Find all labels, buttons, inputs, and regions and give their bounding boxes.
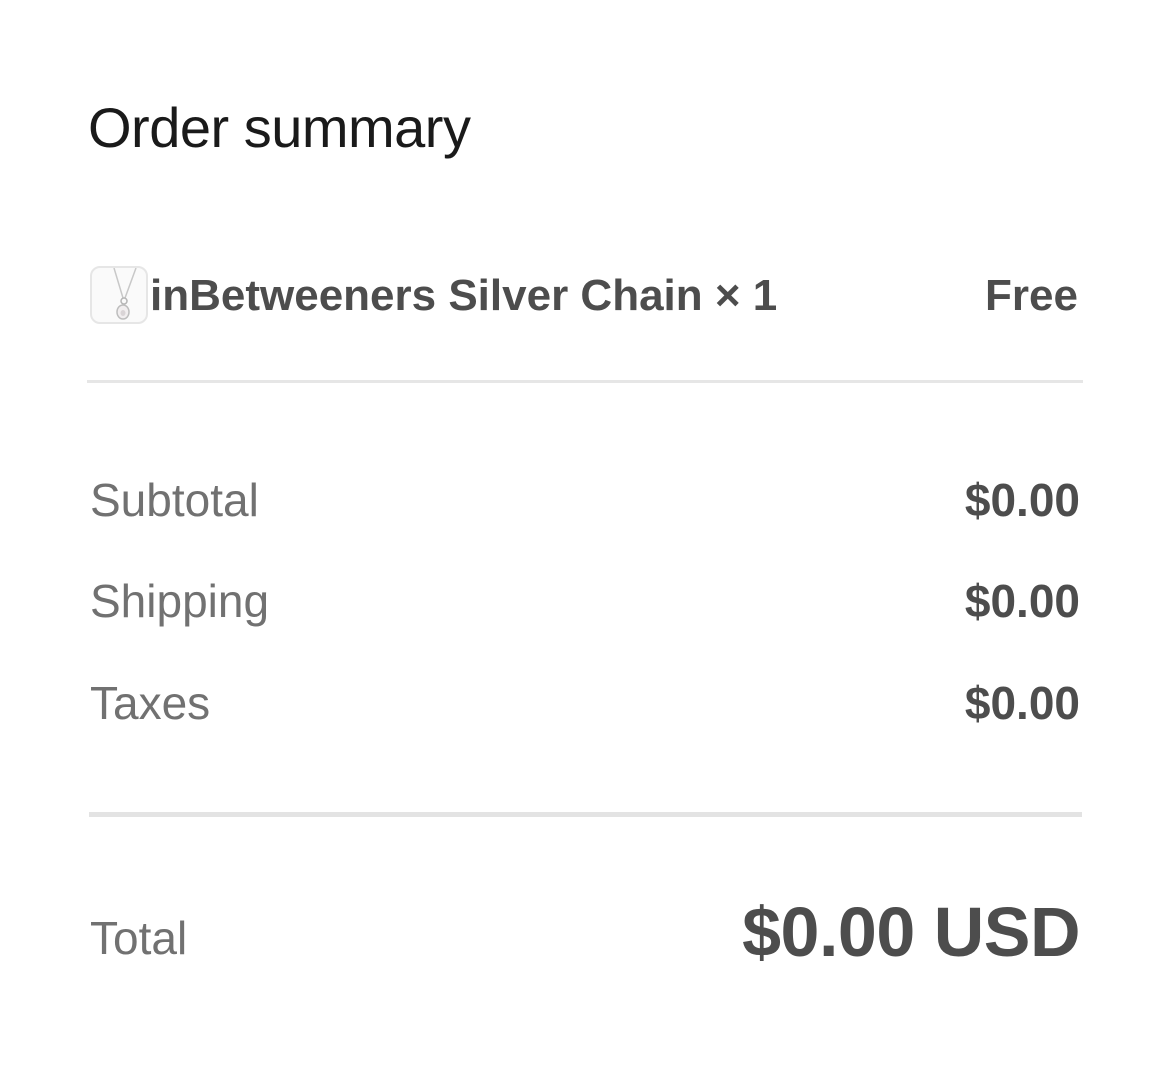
shipping-value: $0.00 (964, 575, 1080, 627)
line-item: inBetweeners Silver Chain × 1 Free (90, 262, 1078, 328)
product-name: inBetweeners Silver Chain × 1 (150, 270, 777, 322)
total-row: Total $0.00 USD (90, 890, 1080, 976)
total-value: $0.00 USD (742, 893, 1080, 971)
product-thumbnail (90, 266, 148, 324)
product-price: Free (985, 271, 1078, 320)
subtotal-row: Subtotal $0.00 (90, 472, 1080, 528)
taxes-row: Taxes $0.00 (90, 675, 1080, 731)
product-quantity: × 1 (714, 271, 778, 320)
silver-chain-pendant-icon (113, 268, 137, 320)
subtotal-label: Subtotal (90, 474, 259, 526)
subtotal-value: $0.00 (964, 474, 1080, 526)
shipping-row: Shipping $0.00 (90, 573, 1080, 629)
total-divider (89, 812, 1082, 817)
taxes-value: $0.00 (964, 677, 1080, 729)
divider (87, 380, 1083, 383)
total-label: Total (90, 912, 188, 964)
product-title: inBetweeners Silver Chain (150, 271, 703, 320)
taxes-label: Taxes (90, 677, 211, 729)
order-summary-title: Order summary (88, 96, 471, 159)
shipping-label: Shipping (90, 575, 270, 627)
